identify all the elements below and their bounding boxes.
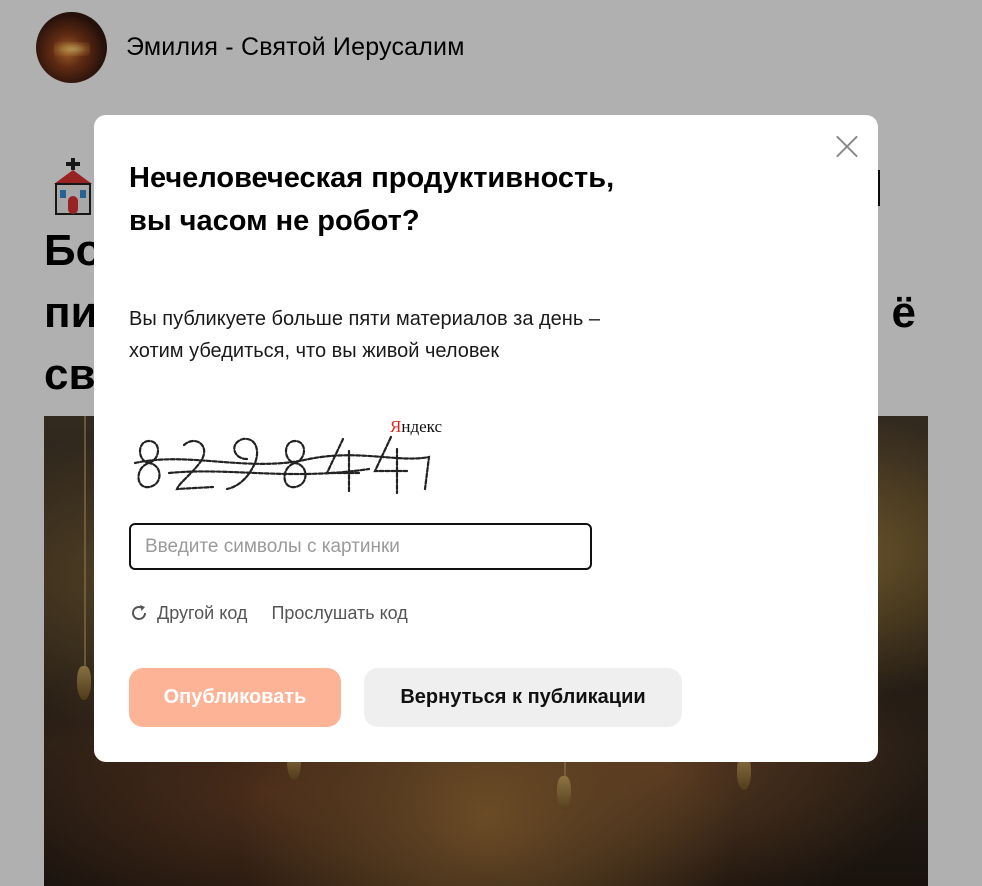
listen-code-label: Прослушать код — [271, 602, 408, 623]
back-to-publication-button[interactable]: Вернуться к публикации — [364, 668, 682, 727]
listen-code-link[interactable]: Прослушать код — [271, 603, 407, 624]
captcha-actions: Другой код Прослушать код — [129, 601, 408, 625]
dialog-title: Нечеловеческая продуктивность, вы часом … — [129, 162, 615, 237]
captcha-input[interactable] — [129, 523, 592, 570]
captcha-dialog: Нечеловеческая продуктивность, вы часом … — [94, 115, 878, 762]
refresh-icon — [132, 605, 146, 620]
other-code-label: Другой код — [157, 602, 248, 623]
publish-button[interactable]: Опубликовать — [129, 668, 341, 727]
other-code-link[interactable]: Другой код — [129, 603, 247, 624]
dialog-description: Вы публикуете больше пяти материалов за … — [129, 308, 600, 362]
close-icon[interactable] — [832, 131, 862, 161]
yandex-logo: Яндекс — [390, 417, 443, 436]
